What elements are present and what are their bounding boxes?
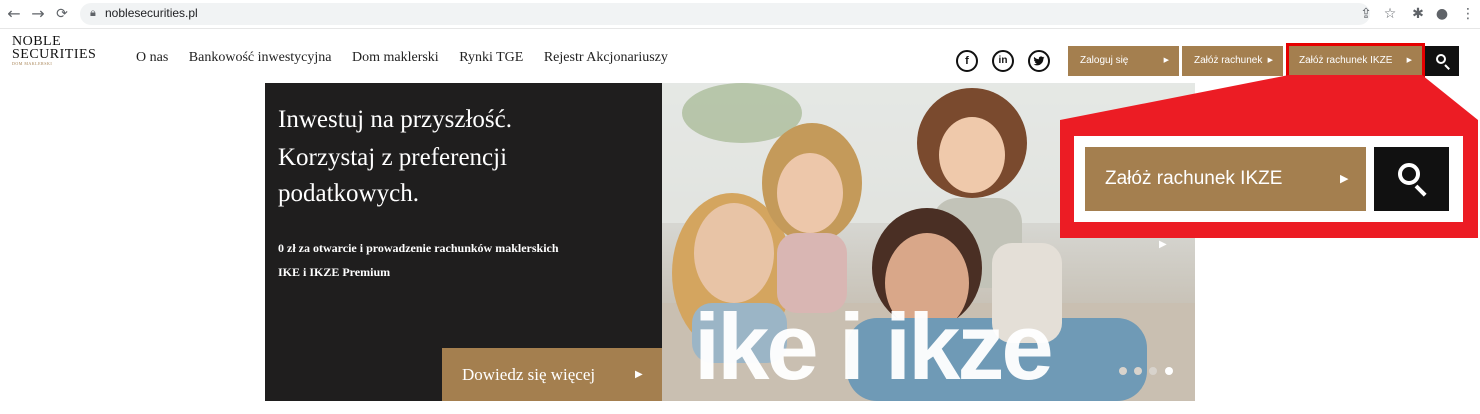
logo-line-2: SECURITIES bbox=[12, 47, 97, 62]
learn-more-label: Dowiedz się więcej bbox=[462, 365, 596, 384]
next-slide-icon[interactable]: ▶ bbox=[1159, 239, 1167, 250]
hero-subtext-line-1: 0 zł za otwarcie i prowadzenie rachunków… bbox=[278, 241, 559, 255]
open-account-button[interactable]: Załóż rachunek ▶ bbox=[1182, 46, 1283, 76]
nav-item-o-nas[interactable]: O nas bbox=[136, 50, 168, 65]
search-icon-handle bbox=[1444, 64, 1450, 70]
hero-headline-line-2: Korzystaj z preferencji bbox=[278, 144, 508, 171]
address-bar[interactable] bbox=[80, 3, 1370, 25]
browser-menu-icon[interactable]: ⋮ bbox=[1458, 4, 1478, 24]
zoomed-open-ikze-label: Załóż rachunek IKZE bbox=[1105, 168, 1283, 189]
zoomed-search-button[interactable] bbox=[1374, 147, 1449, 211]
login-button[interactable]: Zaloguj się ▶ bbox=[1068, 46, 1179, 76]
slide-dot-4-active[interactable] bbox=[1165, 367, 1173, 375]
hero-headline-line-3: podatkowych. bbox=[278, 180, 419, 207]
extensions-icon[interactable]: ✱ bbox=[1408, 4, 1428, 24]
nav-item-rejestr-akcjonariuszy[interactable]: Rejestr Akcjonariuszy bbox=[544, 50, 668, 65]
nav-item-dom-maklerski[interactable]: Dom maklerski bbox=[352, 50, 439, 65]
caret-right-icon: ▶ bbox=[1267, 57, 1273, 64]
slide-dot-2[interactable] bbox=[1134, 367, 1142, 375]
search-icon bbox=[1436, 54, 1446, 64]
url-text[interactable]: noblesecurities.pl bbox=[105, 6, 198, 20]
twitter-icon[interactable] bbox=[1028, 50, 1050, 72]
nav-item-bankowosc-inwestycyjna[interactable]: Bankowość inwestycyjna bbox=[189, 50, 332, 65]
zoomed-open-ikze-account-button[interactable]: Załóż rachunek IKZE ▶ bbox=[1085, 147, 1366, 211]
slide-dot-3[interactable] bbox=[1149, 367, 1157, 375]
noble-securities-logo[interactable]: NOBLE SECURITIES DOM MAKLERSKI bbox=[12, 35, 96, 67]
caret-right-icon: ▶ bbox=[1340, 173, 1349, 185]
back-icon[interactable]: ← bbox=[4, 4, 24, 24]
browser-toolbar: ← → ⟳ 🔒︎ noblesecurities.pl ⇪ ☆ ✱ ● ⋮ bbox=[0, 0, 1480, 29]
learn-more-button[interactable]: Dowiedz się więcej ▶ bbox=[442, 348, 662, 401]
open-ikze-account-button[interactable]: Załóż rachunek IKZE ▶ bbox=[1286, 43, 1425, 79]
search-icon-handle bbox=[1414, 184, 1427, 197]
caret-right-icon: ▶ bbox=[1406, 57, 1412, 64]
reload-icon[interactable]: ⟳ bbox=[52, 4, 72, 24]
facebook-icon[interactable]: f bbox=[956, 50, 978, 72]
ike-ikze-brand-text: ike i ikze bbox=[694, 294, 1054, 399]
caret-right-icon: ▶ bbox=[1163, 57, 1169, 64]
lock-icon[interactable]: 🔒︎ bbox=[90, 6, 96, 20]
search-icon bbox=[1398, 163, 1420, 185]
login-label: Zaloguj się bbox=[1080, 55, 1129, 66]
site-header: NOBLE SECURITIES DOM MAKLERSKI O nas Ban… bbox=[0, 29, 1480, 83]
bookmark-star-icon[interactable]: ☆ bbox=[1380, 4, 1400, 24]
share-icon[interactable]: ⇪ bbox=[1356, 4, 1376, 24]
hero-headline-line-1: Inwestuj na przyszłość. bbox=[278, 106, 512, 133]
open-ikze-label: Załóż rachunek IKZE bbox=[1299, 55, 1393, 66]
hero-subtext-line-2: IKE i IKZE Premium bbox=[278, 265, 391, 279]
nav-item-rynki-tge[interactable]: Rynki TGE bbox=[459, 50, 523, 65]
main-nav: O nas Bankowość inwestycyjna Dom maklers… bbox=[136, 50, 685, 66]
profile-avatar-icon[interactable]: ● bbox=[1432, 4, 1452, 24]
caret-right-icon: ▶ bbox=[635, 369, 643, 380]
forward-icon[interactable]: → bbox=[28, 4, 48, 24]
slide-dot-1[interactable] bbox=[1119, 367, 1127, 375]
linkedin-icon[interactable]: in bbox=[992, 50, 1014, 72]
search-button[interactable] bbox=[1425, 46, 1459, 76]
open-account-label: Załóż rachunek bbox=[1194, 55, 1263, 66]
